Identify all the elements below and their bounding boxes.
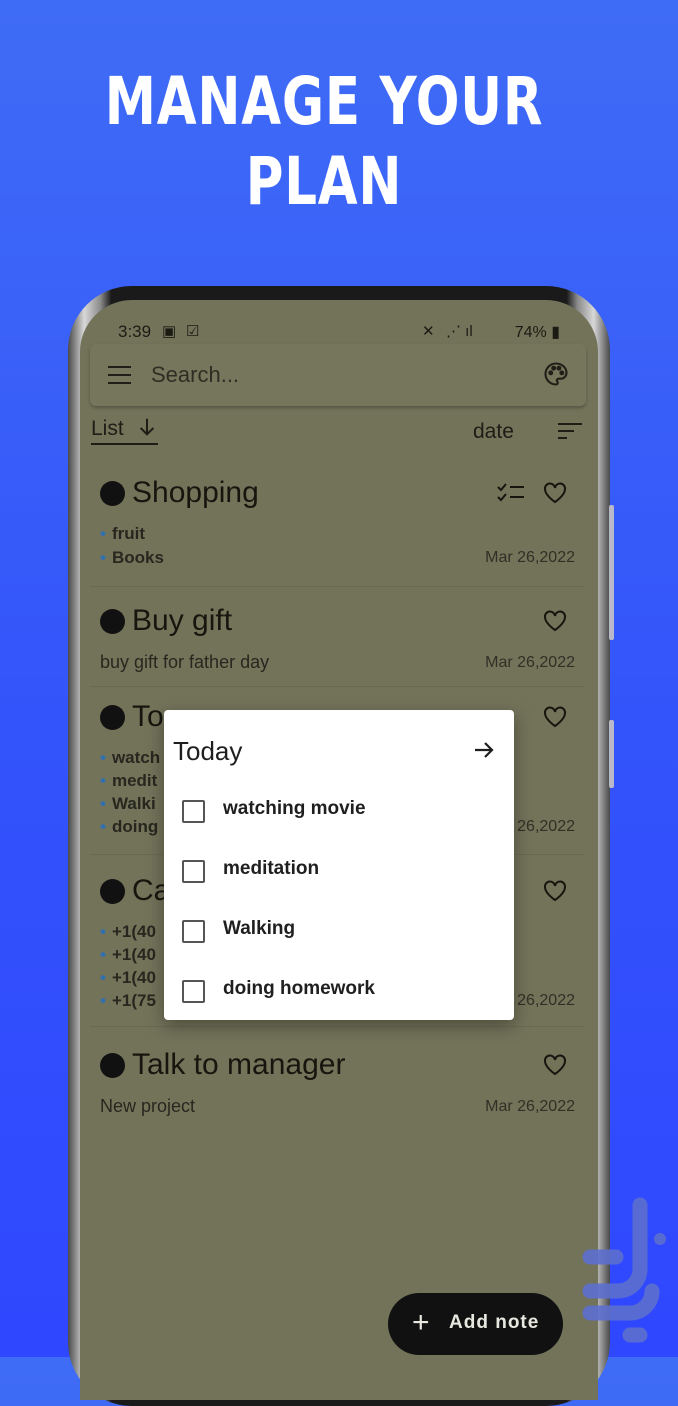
list-view-toggle[interactable]: List (91, 416, 158, 445)
note-title: Buy gift (132, 604, 233, 637)
checklist-item-label: watching movie (223, 798, 366, 819)
note-date: Mar 26,2022 (485, 549, 575, 566)
note-item: medit (100, 771, 157, 791)
note-date: Mar 26,2022 (485, 1098, 575, 1115)
favorite-heart-icon[interactable] (543, 482, 567, 509)
promo-headline: MANAGE YOUR PLAN (104, 63, 544, 220)
sort-by-date[interactable]: date (473, 420, 514, 444)
note-card-talk-to-manager[interactable]: Talk to manager New project Mar 26,2022 (90, 1040, 585, 1136)
favorite-heart-icon[interactable] (543, 706, 567, 733)
hamburger-menu-icon[interactable] (108, 366, 131, 384)
note-date: 26,2022 (517, 992, 575, 1009)
wifi-signal-icon: ⋰ ıl (446, 323, 473, 340)
favorite-heart-icon[interactable] (543, 880, 567, 907)
note-title: To (132, 700, 164, 733)
arrow-down-icon (130, 417, 158, 440)
note-item: Books (100, 548, 164, 568)
note-color-dot (100, 609, 125, 634)
note-item: fruit (100, 524, 145, 544)
note-color-dot (100, 705, 125, 730)
add-note-label: Add note (449, 1312, 540, 1333)
arrow-right-icon[interactable] (472, 738, 496, 767)
note-item: watch (100, 748, 160, 768)
dialog-title: Today (173, 736, 243, 766)
note-item: +1(40 (100, 945, 156, 965)
note-card-shopping[interactable]: Shopping fruit Books Mar 26,2022 (90, 468, 585, 587)
checklist-item-label: doing homework (223, 978, 375, 999)
palette-icon[interactable] (542, 360, 570, 393)
note-card-buy-gift[interactable]: Buy gift buy gift for father day Mar 26,… (90, 596, 585, 687)
gallery-icon: ▣ (162, 323, 177, 340)
note-color-dot (100, 1053, 125, 1078)
favorite-heart-icon[interactable] (543, 610, 567, 637)
status-bar: 3:39 ▣ ☑ ✕ ⋰ ıl 74% ▮ (80, 300, 598, 344)
note-item: +1(40 (100, 922, 156, 942)
checkbox[interactable] (182, 800, 205, 823)
volume-button (609, 505, 614, 640)
note-date: 26,2022 (517, 818, 575, 835)
list-label: List (91, 417, 124, 440)
note-title: Talk to manager (132, 1048, 346, 1081)
note-date: Mar 26,2022 (485, 654, 575, 671)
note-item: +1(75 (100, 991, 156, 1011)
note-color-dot (100, 879, 125, 904)
note-color-dot (100, 481, 125, 506)
note-description: New project (100, 1096, 196, 1116)
battery-level: 74% ▮ (514, 324, 560, 341)
power-button (609, 720, 614, 788)
checklist-icon[interactable] (497, 482, 525, 509)
note-item: Walki (100, 794, 156, 814)
checklist-dialog: Today watching movie meditation Walking … (164, 710, 514, 1020)
note-item: +1(40 (100, 968, 156, 988)
checkbox[interactable] (182, 980, 205, 1003)
mute-icon: ✕ (422, 323, 435, 340)
add-note-button[interactable]: + Add note (388, 1293, 563, 1355)
check-notification-icon: ☑ (186, 323, 200, 340)
checklist-item-label: meditation (223, 858, 320, 879)
checkbox[interactable] (182, 860, 205, 883)
sort-icon[interactable] (558, 422, 582, 445)
status-time: 3:39 (118, 322, 152, 341)
checkbox[interactable] (182, 920, 205, 943)
checklist-item-label: Walking (223, 918, 296, 939)
plus-icon: + (412, 1306, 430, 1339)
note-item: doing (100, 817, 158, 837)
search-bar[interactable]: Search... (90, 344, 586, 406)
store-logo-icon (572, 1195, 672, 1350)
favorite-heart-icon[interactable] (543, 1054, 567, 1081)
search-input[interactable]: Search... (151, 362, 239, 388)
note-title: Shopping (132, 476, 259, 509)
note-description: buy gift for father day (100, 652, 270, 672)
